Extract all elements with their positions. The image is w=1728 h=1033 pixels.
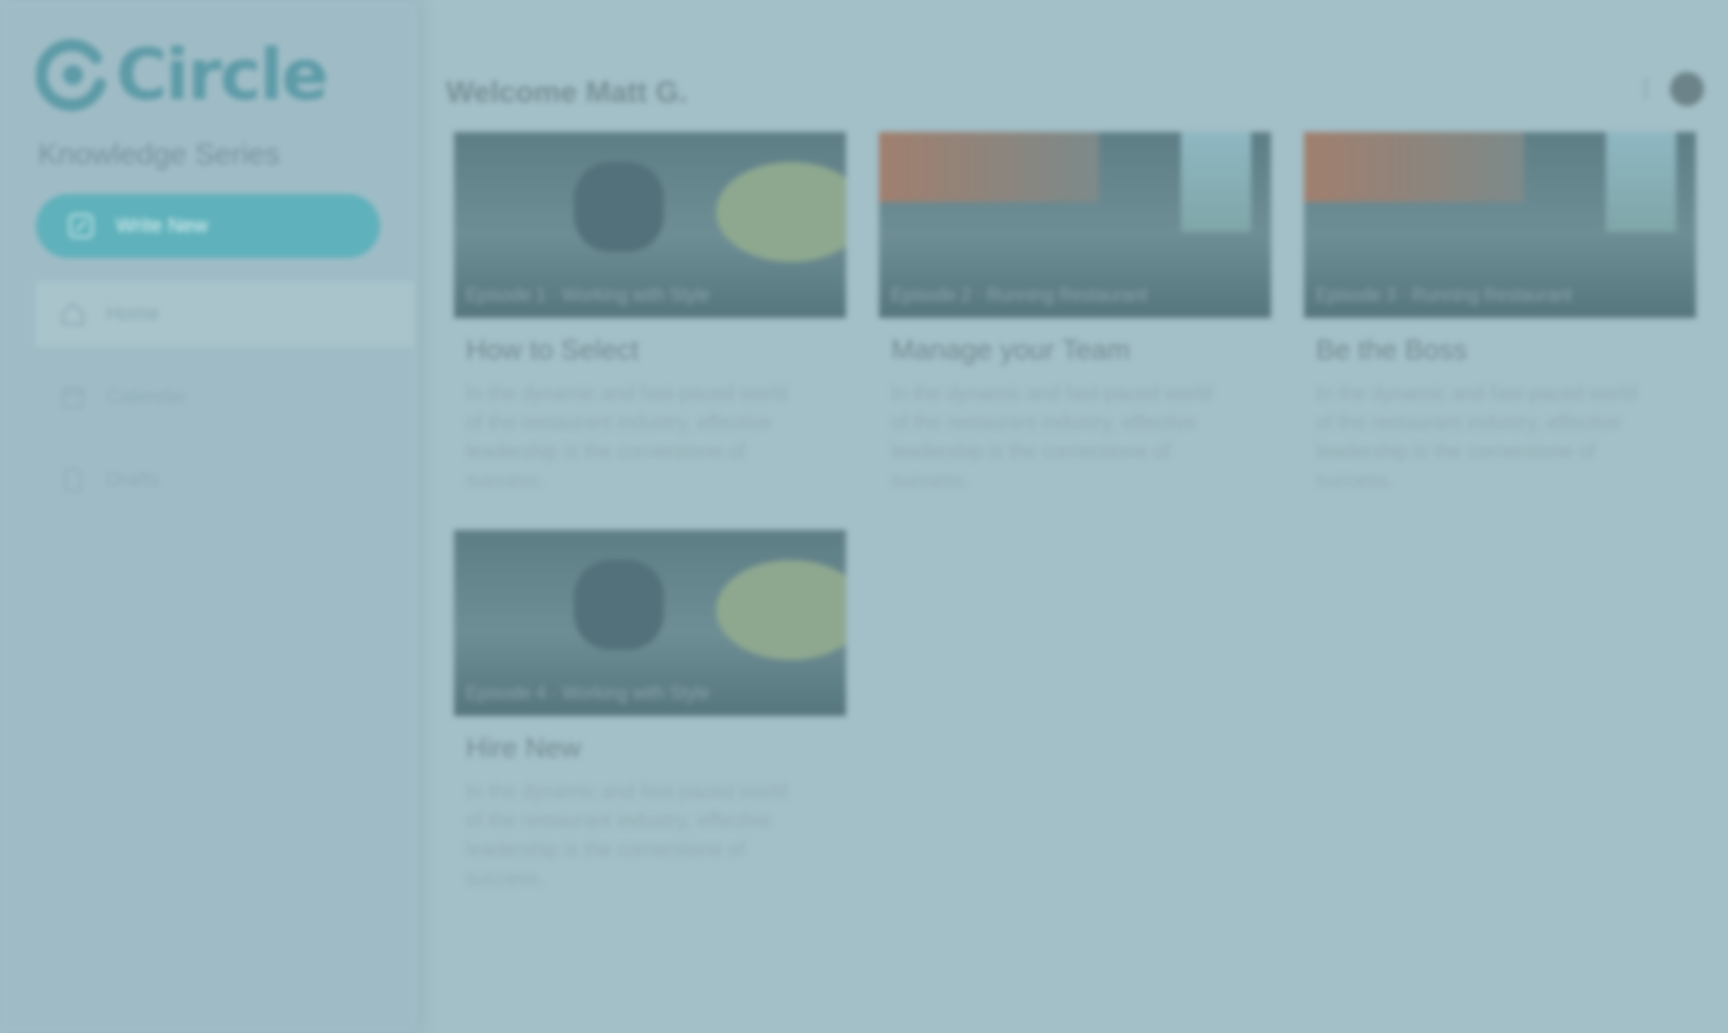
- episode-tag: Episode 1 · Working with Style: [466, 285, 710, 305]
- more-options-icon[interactable]: [1640, 78, 1652, 100]
- episode-title: How to Select: [466, 334, 639, 365]
- document-icon: [65, 468, 82, 492]
- edit-icon: [69, 214, 93, 238]
- episode-tag: Episode 4 · Working with Style: [466, 683, 710, 703]
- sidebar-item-label: Drafts: [106, 468, 160, 491]
- header-actions: [1640, 72, 1704, 106]
- app-window: Circle Knowledge Series Write New Home C…: [0, 0, 1728, 1033]
- episode-tag: Episode 3 · Running Restaurant: [1316, 285, 1573, 305]
- episode-thumbnail: Episode 3 · Running Restaurant: [1304, 132, 1696, 318]
- circle-logo-icon: [36, 39, 106, 112]
- page-title: Welcome Matt G.: [446, 76, 688, 109]
- write-new-label: Write New: [116, 214, 208, 237]
- episode-description: In the dynamic and fast-paced world of t…: [466, 781, 788, 890]
- episode-thumbnail: Episode 1 · Working with Style: [454, 132, 846, 318]
- sidebar-item-calendar[interactable]: Calendar: [36, 365, 414, 429]
- logo-text: Circle: [116, 34, 329, 116]
- workspace-subtitle: Knowledge Series: [38, 138, 280, 171]
- episode-title: Hire New: [466, 732, 582, 763]
- logo: Circle: [36, 34, 329, 116]
- episode-card[interactable]: Episode 2 · Running Restaurant Manage yo…: [879, 132, 1271, 496]
- sidebar-item-drafts[interactable]: Drafts: [36, 448, 414, 512]
- calendar-icon: [62, 386, 84, 408]
- episode-card[interactable]: Episode 1 · Working with Style How to Se…: [454, 132, 846, 496]
- write-new-button[interactable]: Write New: [36, 194, 380, 258]
- episode-title: Be the Boss: [1316, 334, 1467, 365]
- sidebar-item-home[interactable]: Home: [36, 282, 414, 346]
- episode-thumbnail: Episode 4 · Working with Style: [454, 530, 846, 716]
- episode-tag: Episode 2 · Running Restaurant: [891, 285, 1148, 305]
- user-avatar[interactable]: [1670, 72, 1704, 106]
- episode-card[interactable]: Episode 3 · Running Restaurant Be the Bo…: [1304, 132, 1696, 496]
- home-icon: [62, 302, 84, 325]
- sidebar-item-label: Calendar: [106, 385, 188, 408]
- episode-description: In the dynamic and fast-paced world of t…: [1316, 383, 1638, 492]
- episode-card[interactable]: Episode 4 · Working with Style Hire New …: [454, 530, 846, 894]
- episode-title: Manage your Team: [891, 334, 1131, 365]
- sidebar-item-label: Home: [106, 302, 160, 325]
- episode-description: In the dynamic and fast-paced world of t…: [891, 383, 1213, 492]
- main-content: Welcome Matt G. Episode 1 · Working with…: [418, 0, 1728, 1033]
- episode-thumbnail: Episode 2 · Running Restaurant: [879, 132, 1271, 318]
- episode-description: In the dynamic and fast-paced world of t…: [466, 383, 788, 492]
- sidebar: Circle Knowledge Series Write New Home C…: [0, 0, 418, 1033]
